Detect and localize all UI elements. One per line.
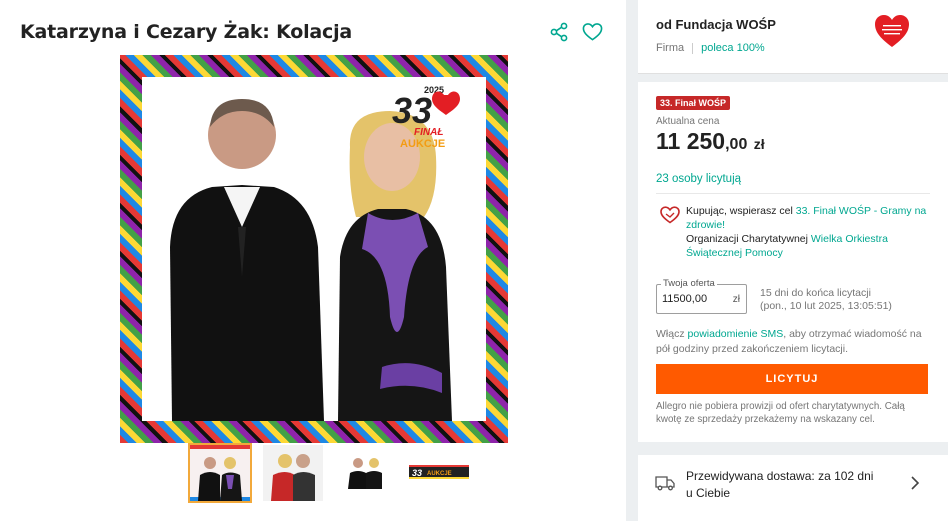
seller-recommend-rate[interactable]: poleca 100% (701, 42, 765, 54)
price-decimal: ,00 (725, 136, 748, 153)
favorite-heart-icon[interactable] (582, 22, 603, 42)
time-left-end-date: (pon., 10 lut 2025, 13:05:51) (760, 300, 892, 312)
bid-field-label: Twoja oferta (661, 278, 717, 289)
divider (656, 193, 930, 194)
chevron-right-icon (911, 476, 920, 490)
charity-text: Kupując, wspierasz cel 33. Finał WOŚP - … (686, 204, 930, 260)
delivery-estimate: Przewidywana dostawa: za 102 dni u Ciebi… (686, 468, 886, 502)
svg-text:AUKCJE: AUKCJE (400, 138, 445, 150)
truck-icon (655, 476, 675, 491)
product-gallery-panel: Katarzyna i Cezary Żak: Kolacja 2025 33 … (0, 0, 626, 521)
delivery-info-card[interactable]: Przewidywana dostawa: za 102 dni u Ciebi… (638, 455, 948, 521)
seller-name[interactable]: od Fundacja WOŚP (656, 17, 776, 32)
offer-card: 33. Finał WOŚP Aktualna cena 11 250,00 z… (638, 82, 948, 442)
sms-prefix: Włącz (656, 328, 685, 340)
time-left-days: 15 dni do końca licytacji (760, 287, 871, 299)
svg-text:33: 33 (412, 468, 422, 478)
price-label: Aktualna cena (656, 116, 720, 127)
wosp-heart-logo[interactable] (874, 14, 910, 48)
bid-amount-field[interactable]: Twoja oferta zł (656, 278, 747, 314)
delivery-line-2: u Ciebie (686, 486, 731, 500)
auction-time-left: 15 dni do końca licytacji (pon., 10 lut … (760, 287, 892, 313)
svg-text:AUKCJE: AUKCJE (427, 471, 452, 477)
fee-note: Allegro nie pobiera prowizji od ofert ch… (656, 401, 905, 425)
photo-area: 2025 33 FINAŁ AUKCJE (142, 77, 486, 421)
thumbnail-strip: 33 AUKCJE (188, 443, 469, 503)
price-currency: zł (753, 136, 765, 152)
sms-notification-note: Włącz powiadomienie SMS, aby otrzymać wi… (656, 327, 930, 357)
final-33-auction-badge: 2025 33 FINAŁ AUKCJE (392, 85, 460, 150)
final-badge: 33. Finał WOŚP (656, 96, 731, 110)
charity-org-prefix: Organizacji Charytatywnej (686, 233, 808, 245)
main-product-image[interactable]: 2025 33 FINAŁ AUKCJE (120, 55, 508, 443)
seller-card: od Fundacja WOŚP Firma poleca 100% (638, 0, 948, 74)
product-title: Katarzyna i Cezary Żak: Kolacja (20, 21, 353, 43)
seller-type: Firma (656, 42, 685, 54)
thumbnail-2[interactable] (263, 445, 323, 501)
bid-amount-input[interactable] (662, 293, 728, 305)
meta-divider (692, 42, 694, 54)
svg-text:FINAŁ: FINAŁ (414, 127, 443, 138)
price-integer: 11 250 (656, 128, 726, 154)
thumbnail-4[interactable]: 33 AUKCJE (409, 445, 469, 501)
svg-text:33: 33 (392, 90, 432, 131)
charity-prefix: Kupując, wspierasz cel (686, 205, 793, 217)
charity-heart-icon (660, 206, 680, 224)
current-price: 11 250,00 zł (656, 128, 765, 155)
seller-meta: Firma poleca 100% (656, 42, 765, 54)
sms-notification-link[interactable]: powiadomienie SMS (688, 328, 784, 340)
bidders-count-link[interactable]: 23 osoby licytują (656, 173, 741, 185)
thumbnail-1[interactable] (188, 443, 252, 503)
delivery-line-1: Przewidywana dostawa: za 102 dni (686, 469, 874, 483)
share-icon[interactable] (549, 22, 569, 42)
thumbnail-3[interactable] (336, 445, 396, 501)
bid-currency: zł (732, 294, 740, 305)
bid-button[interactable]: LICYTUJ (656, 364, 928, 394)
